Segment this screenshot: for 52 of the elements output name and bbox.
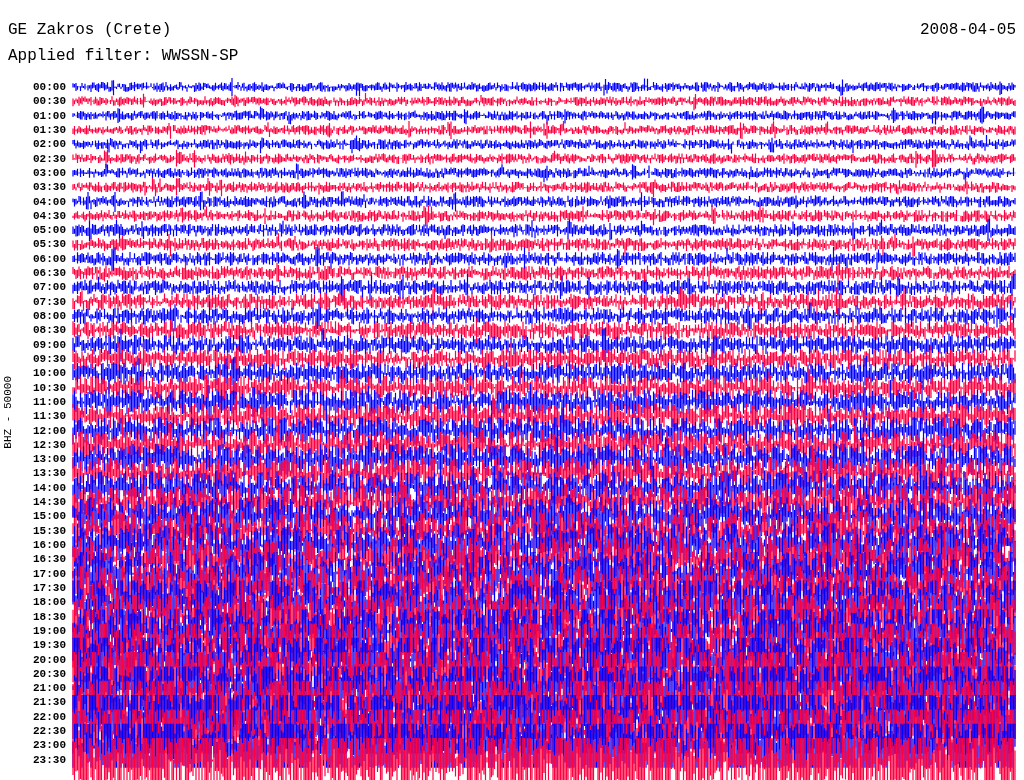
time-label: 23:30 [32, 752, 67, 767]
time-label: 03:00 [32, 165, 67, 181]
time-label: 15:30 [32, 523, 67, 538]
time-label: 22:30 [32, 724, 67, 739]
time-label: 08:00 [32, 309, 67, 324]
time-label: 10:30 [32, 380, 67, 395]
time-label: 07:00 [32, 280, 67, 295]
time-label: 13:30 [32, 466, 67, 481]
date-label: 2008-04-05 [920, 20, 1016, 41]
station-title: GE Zakros (Crete) [8, 20, 172, 41]
time-label: 01:30 [32, 122, 67, 138]
time-label: 08:30 [32, 323, 67, 338]
time-label: 18:00 [32, 595, 67, 610]
time-label: 18:30 [32, 609, 67, 624]
time-label: 10:00 [32, 366, 67, 381]
time-label: 09:00 [32, 337, 67, 352]
time-label: 21:00 [32, 681, 67, 696]
time-label: 16:30 [32, 552, 67, 567]
time-label: 19:30 [32, 638, 67, 653]
time-label: 09:30 [32, 351, 67, 367]
time-label: 06:30 [32, 266, 67, 281]
time-label: 21:30 [32, 695, 67, 710]
time-label: 01:00 [32, 108, 67, 123]
time-label: 14:00 [32, 480, 67, 496]
time-label: 22:00 [32, 709, 67, 725]
time-label: 00:30 [32, 94, 67, 109]
time-label: 06:00 [32, 251, 67, 267]
time-label: 02:00 [32, 137, 67, 152]
time-label: 05:30 [32, 237, 67, 252]
channel-scale-label: BHZ - 50000 [1, 375, 15, 449]
time-label: 04:00 [32, 194, 67, 209]
time-label: 14:30 [32, 495, 67, 510]
time-label: 02:30 [32, 151, 67, 166]
time-label: 03:30 [32, 180, 67, 195]
time-label: 23:00 [32, 738, 67, 753]
time-label: 07:30 [32, 294, 67, 309]
time-label: 20:00 [32, 652, 67, 667]
time-label: 05:00 [32, 223, 67, 238]
time-label: 11:30 [32, 409, 67, 424]
time-label: 00:00 [32, 80, 67, 95]
time-label: 15:00 [32, 509, 67, 524]
filter-label: Applied filter: WWSSN-SP [8, 47, 239, 65]
time-label: 12:30 [32, 437, 67, 453]
time-label: 17:00 [32, 566, 67, 581]
time-label: 12:00 [32, 423, 67, 438]
time-label: 20:30 [32, 666, 67, 682]
time-label: 16:00 [32, 538, 67, 553]
time-label: 11:00 [32, 394, 67, 410]
time-label: 19:00 [32, 623, 67, 639]
time-label: 04:30 [32, 208, 67, 224]
time-label: 17:30 [32, 580, 67, 596]
time-label: 13:00 [32, 452, 67, 467]
